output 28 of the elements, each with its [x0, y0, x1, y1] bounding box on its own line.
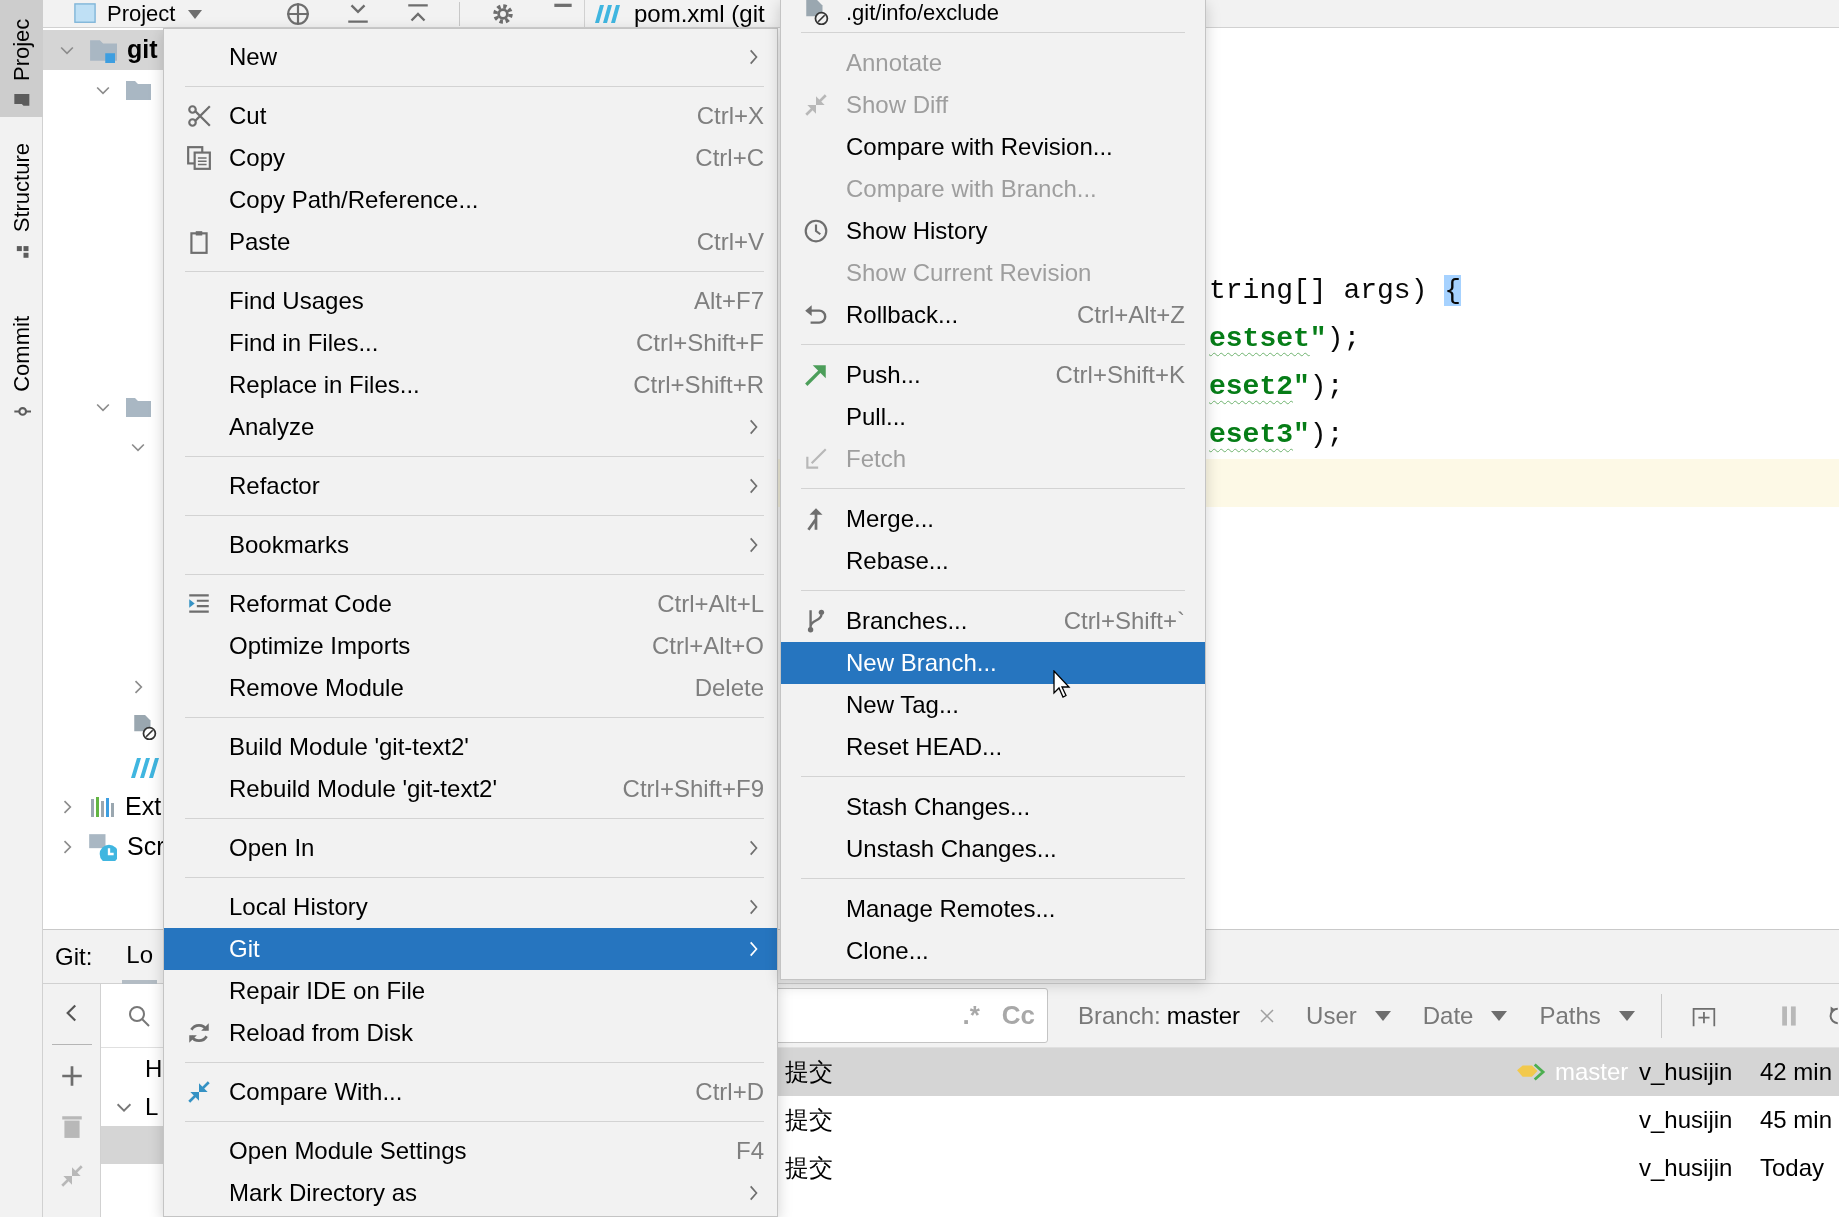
code-line: estset"); — [1209, 323, 1361, 354]
author-text: v_husijin — [1639, 1105, 1734, 1135]
author-text: v_husijin — [1639, 1057, 1734, 1087]
code-line: eset2"); — [1209, 371, 1344, 402]
shortcut-text: Alt+F7 — [693, 286, 764, 316]
commit-message: 提交 — [784, 1153, 834, 1183]
code-line: tring[] args) { — [1209, 275, 1462, 306]
shortcut-text: Ctrl+Shift+F — [635, 328, 764, 358]
shortcut-text: Ctrl+X — [696, 101, 764, 131]
shortcut-text: Delete — [694, 673, 764, 703]
shortcut-text: Ctrl+C — [695, 143, 764, 173]
shortcut-text: Ctrl+Shift+` — [1063, 606, 1185, 636]
commit-message: 提交 — [784, 1105, 834, 1135]
date-text: Today — [1760, 1153, 1826, 1183]
shortcut-text: Ctrl+Shift+F9 — [622, 774, 764, 804]
shortcut-text: F4 — [736, 1136, 764, 1166]
shortcut-text: Ctrl+Alt+Z — [1076, 300, 1185, 330]
shortcut-text: Ctrl+Shift+R — [633, 370, 764, 400]
shortcut-text: Ctrl+V — [696, 227, 764, 257]
shortcut-text: Ctrl+Shift+K — [1055, 360, 1185, 390]
author-text: v_husijin — [1639, 1153, 1734, 1183]
shortcut-text: Ctrl+Alt+O — [651, 631, 764, 661]
shortcut-text: Ctrl+Alt+L — [657, 589, 764, 619]
date-text: 45 min — [1760, 1105, 1834, 1135]
commit-message: 提交 — [784, 1057, 834, 1087]
code-line: eset3"); — [1209, 419, 1344, 450]
date-text: 42 min — [1760, 1057, 1834, 1087]
panel-title: Git: — [55, 941, 93, 972]
